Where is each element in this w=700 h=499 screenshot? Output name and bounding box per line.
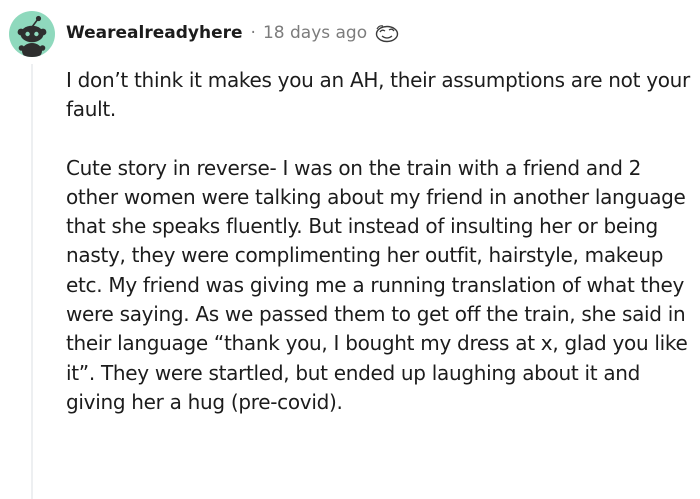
- thread-line[interactable]: [31, 64, 33, 499]
- username-link[interactable]: Wearealreadyhere: [66, 23, 243, 43]
- wink-award-icon[interactable]: [374, 23, 400, 43]
- timestamp-link[interactable]: 18 days ago: [263, 23, 367, 43]
- comment: Wearealreadyhere · 18 days ago I don’t t…: [0, 0, 700, 499]
- comment-body: I don’t think it makes you an AH, their …: [66, 66, 696, 446]
- snoo-avatar-icon: [17, 15, 47, 57]
- comment-header: Wearealreadyhere · 18 days ago: [66, 18, 400, 48]
- meta-separator: ·: [250, 23, 256, 43]
- avatar[interactable]: [9, 11, 55, 57]
- comment-paragraph: I don’t think it makes you an AH, their …: [66, 68, 690, 122]
- comment-paragraph: Cute story in reverse- I was on the trai…: [66, 155, 688, 414]
